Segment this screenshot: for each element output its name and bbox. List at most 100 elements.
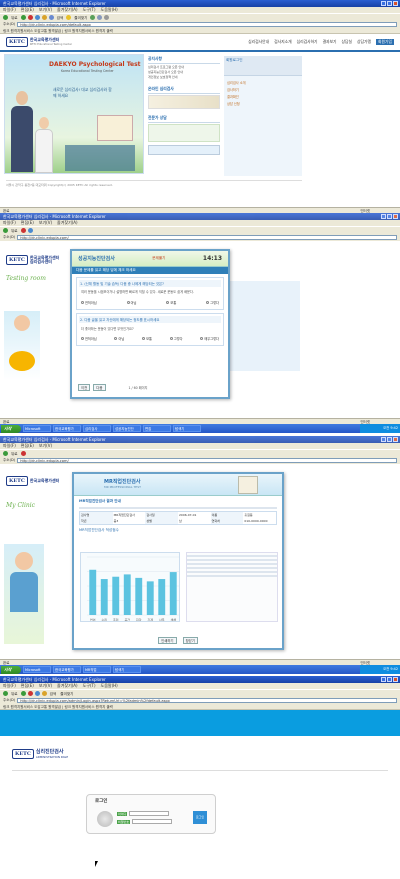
address-input[interactable]: http://dr-clinic.edupia.com/ — [17, 235, 397, 240]
side-menu-item[interactable]: 상담 신청 — [227, 101, 299, 108]
radio-icon[interactable] — [126, 301, 130, 304]
menu-edit[interactable]: 편집(E) — [21, 220, 34, 226]
menu-favorites[interactable]: 즐겨찾기(A) — [57, 7, 78, 13]
menu-edit[interactable]: 편집(E) — [21, 443, 34, 449]
home-icon[interactable] — [41, 691, 47, 696]
address-input[interactable]: http://dr-clinic.edupia.com/admin/Login.… — [17, 698, 397, 703]
back-icon[interactable] — [3, 451, 8, 456]
address-input[interactable]: http://dr-clinic.edupia.com/default.aspx — [17, 22, 397, 27]
minimize-icon[interactable] — [381, 437, 386, 442]
back-icon[interactable] — [3, 228, 8, 233]
search-icon[interactable] — [48, 15, 54, 20]
maximize-icon[interactable] — [387, 214, 392, 219]
refresh-icon[interactable] — [34, 15, 40, 20]
close-icon[interactable] — [393, 214, 398, 219]
radio-icon[interactable] — [169, 337, 173, 340]
answer-option[interactable]: 그렇다 — [206, 300, 219, 305]
home-icon[interactable] — [41, 15, 47, 20]
stop-icon[interactable] — [27, 691, 33, 696]
answer-option[interactable]: 보통 — [166, 300, 176, 305]
answer-option[interactable]: 보통 — [142, 336, 152, 341]
prev-button[interactable]: 이전 — [78, 384, 91, 391]
nav-item-take-test[interactable]: 심리검사하기 — [297, 39, 318, 45]
nav-item-counsel[interactable]: 상담실 — [342, 39, 352, 45]
minimize-icon[interactable] — [381, 1, 386, 6]
taskbar-item[interactable]: 탐색기 — [173, 425, 201, 432]
pw-input[interactable] — [132, 819, 173, 824]
close-icon[interactable] — [393, 437, 398, 442]
print-icon[interactable] — [104, 15, 110, 20]
menu-file[interactable]: 파일(F) — [3, 443, 16, 449]
maximize-icon[interactable] — [387, 1, 392, 6]
answer-option[interactable]: 아님 — [114, 336, 124, 341]
taskbar-item[interactable]: 한국교육평가 — [53, 666, 81, 673]
menu-edit[interactable]: 편집(E) — [21, 683, 34, 689]
refresh-icon[interactable] — [34, 691, 40, 696]
radio-icon[interactable] — [81, 301, 84, 304]
taskbar-item[interactable]: Microsoft — [23, 666, 51, 673]
menu-edit[interactable]: 편집(E) — [21, 7, 34, 13]
menu-favorites[interactable]: 즐겨찾기(A) — [57, 220, 78, 226]
answer-option[interactable]: 전혀아님 — [81, 336, 97, 341]
taskbar-item[interactable]: 탐색기 — [113, 666, 141, 673]
refresh-icon[interactable] — [27, 228, 33, 233]
close-icon[interactable] — [393, 1, 398, 6]
taskbar-item[interactable]: 성공지능진단 — [113, 425, 141, 432]
login-button[interactable]: 로그인 — [193, 811, 207, 824]
close-button[interactable]: 창닫기 — [182, 637, 198, 644]
menu-view[interactable]: 보기(V) — [39, 7, 52, 13]
back-button[interactable]: 뒤로 — [10, 228, 19, 234]
menu-view[interactable]: 보기(V) — [39, 443, 52, 449]
favorites-button[interactable]: 즐겨찾기 — [59, 691, 74, 697]
stop-icon[interactable] — [27, 15, 33, 20]
maximize-icon[interactable] — [387, 437, 392, 442]
stop-icon[interactable] — [20, 451, 26, 456]
favorites-icon[interactable] — [66, 15, 72, 20]
stop-icon[interactable] — [20, 228, 26, 233]
radio-icon[interactable] — [206, 301, 210, 304]
answer-option[interactable]: 그렇다 — [169, 336, 183, 341]
taskbar-item[interactable]: Microsoft — [23, 425, 51, 432]
menu-file[interactable]: 파일(F) — [3, 683, 16, 689]
nav-item-results[interactable]: 결과보기 — [323, 39, 337, 45]
menu-view[interactable]: 보기(V) — [39, 683, 52, 689]
online-test-banner[interactable] — [148, 95, 220, 109]
back-button[interactable]: 뒤로 — [10, 691, 19, 697]
address-input[interactable]: http://dr-clinic.edupia.com/ — [17, 458, 397, 463]
radio-icon[interactable] — [200, 337, 204, 340]
nav-item-partner[interactable]: 상담가맹 — [357, 39, 371, 45]
notice-item[interactable]: 개인정보 보호정책 안내 — [148, 75, 220, 80]
menu-view[interactable]: 보기(V) — [39, 220, 52, 226]
side-menu-item[interactable]: 검사하기 — [227, 87, 299, 94]
menu-favorites[interactable]: 즐겨찾기(A) — [57, 683, 78, 689]
menu-tools[interactable]: 도구(T) — [83, 683, 96, 689]
back-button[interactable]: 뒤로 — [10, 451, 19, 457]
menu-help[interactable]: 도움말(H) — [101, 683, 118, 689]
menu-tools[interactable]: 도구(T) — [83, 7, 96, 13]
menu-file[interactable]: 파일(F) — [3, 220, 16, 226]
side-menu-item[interactable]: 심리검사 소개 — [227, 80, 299, 87]
nav-item-guide[interactable]: 심리검사안내 — [248, 39, 269, 45]
nav-item-tests[interactable]: 검사지소개 — [274, 39, 291, 45]
start-button[interactable]: 시작 — [1, 424, 21, 433]
taskbar-item[interactable]: 한국교육평가 — [53, 425, 81, 432]
back-button[interactable]: 뒤로 — [10, 15, 19, 21]
start-button[interactable]: 시작 — [1, 665, 21, 674]
maximize-icon[interactable] — [387, 677, 392, 682]
menu-help[interactable]: 도움말(H) — [101, 7, 118, 13]
back-icon[interactable] — [3, 15, 8, 20]
favorites-button[interactable]: 즐겨찾기 — [73, 15, 88, 21]
radio-icon[interactable] — [81, 337, 84, 340]
back-icon[interactable] — [3, 691, 8, 696]
site-logo[interactable]: KETC 한국교육평가센터 KETC Educational Testing Ce… — [6, 37, 72, 47]
answer-option[interactable]: 전혀아님 — [81, 300, 97, 305]
close-icon[interactable] — [393, 677, 398, 682]
next-button[interactable]: 다음 — [93, 384, 106, 391]
nav-item-join[interactable]: 회원가입 — [376, 39, 394, 45]
partner-banner[interactable] — [148, 145, 220, 155]
taskbar-item[interactable]: 편집 — [143, 425, 171, 432]
forward-icon[interactable] — [20, 691, 26, 696]
radio-icon[interactable] — [166, 301, 170, 304]
id-input[interactable] — [129, 811, 170, 816]
answer-option[interactable]: 매우그렇다 — [200, 336, 219, 341]
